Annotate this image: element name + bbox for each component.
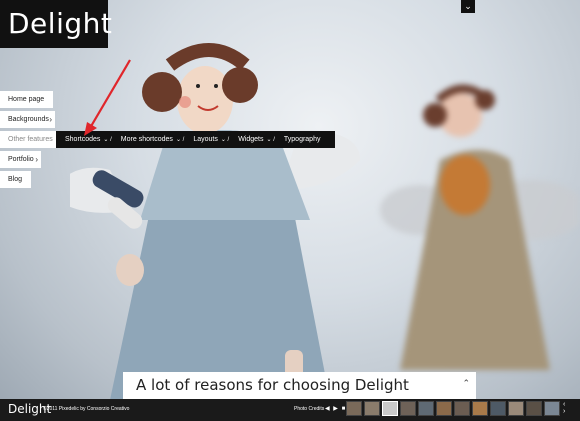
sidebar-item-label: Home page (8, 96, 45, 103)
sidebar-item-home[interactable]: Home page (0, 91, 53, 108)
sidebar-item-label: Backgrounds (8, 116, 49, 123)
chevron-up-icon[interactable]: ⌃ (462, 378, 470, 389)
thumbnail[interactable] (490, 401, 506, 416)
sidebar-item-label: Other features (8, 136, 53, 143)
sidebar-item-backgrounds[interactable]: Backgrounds › (0, 111, 55, 128)
photo-credits-link[interactable]: Photo Credits (294, 406, 324, 412)
thumbnail[interactable] (346, 401, 362, 416)
chevron-down-icon[interactable]: › (563, 408, 565, 415)
copyright-text: ©2011 Pixedelic by Consorzio Creativo (43, 406, 130, 412)
submenu-suffix: ⌄ / (175, 137, 185, 143)
site-logo[interactable]: Delight (8, 7, 112, 40)
thumbnail-nav[interactable]: ‹ › (563, 401, 565, 415)
sidebar-item-label: Blog (8, 176, 23, 183)
chevron-right-icon: › (49, 115, 52, 124)
slide-caption: A lot of reasons for choosing Delight ⌃ (123, 372, 476, 399)
slideshow-controls[interactable]: ◀ ▶ ■ (325, 405, 346, 412)
footer-bar: Delight ©2011 Pixedelic by Consorzio Cre… (0, 399, 580, 421)
thumbnail[interactable] (454, 401, 470, 416)
chevron-right-icon: › (35, 155, 38, 164)
caption-title: A lot of reasons for choosing Delight (136, 376, 409, 394)
thumbnail[interactable] (418, 401, 434, 416)
thumbnail[interactable] (544, 401, 560, 416)
sidebar-item-label: Portfolio (8, 156, 34, 163)
sidebar-item-portfolio[interactable]: Portfolio › (0, 151, 41, 168)
submenu-item-widgets[interactable]: Widgets ⌄ / (238, 136, 275, 143)
thumbnail[interactable] (382, 401, 398, 416)
submenu-item-layouts[interactable]: Layouts ⌄ / (193, 136, 229, 143)
submenu-suffix: ⌄ / (266, 137, 275, 143)
thumbnail[interactable] (436, 401, 452, 416)
background-angel-figure (380, 84, 580, 370)
thumbnail[interactable] (508, 401, 524, 416)
submenu-item-typography[interactable]: Typography (284, 136, 321, 143)
chevron-down-icon[interactable]: ⌄ (461, 0, 475, 13)
thumbnail[interactable] (472, 401, 488, 416)
sidebar-item-blog[interactable]: Blog (0, 171, 31, 188)
submenu-suffix: ⌄ / (220, 137, 230, 143)
logo-block[interactable]: Delight (0, 0, 112, 48)
thumbnail[interactable] (400, 401, 416, 416)
red-arrow-annotation (84, 59, 131, 136)
sidebar-item-other-features[interactable]: Other features (0, 131, 56, 148)
thumbnail[interactable] (364, 401, 380, 416)
thumbnail-strip (346, 401, 562, 416)
chevron-up-icon[interactable]: ‹ (563, 401, 565, 408)
thumbnail[interactable] (526, 401, 542, 416)
